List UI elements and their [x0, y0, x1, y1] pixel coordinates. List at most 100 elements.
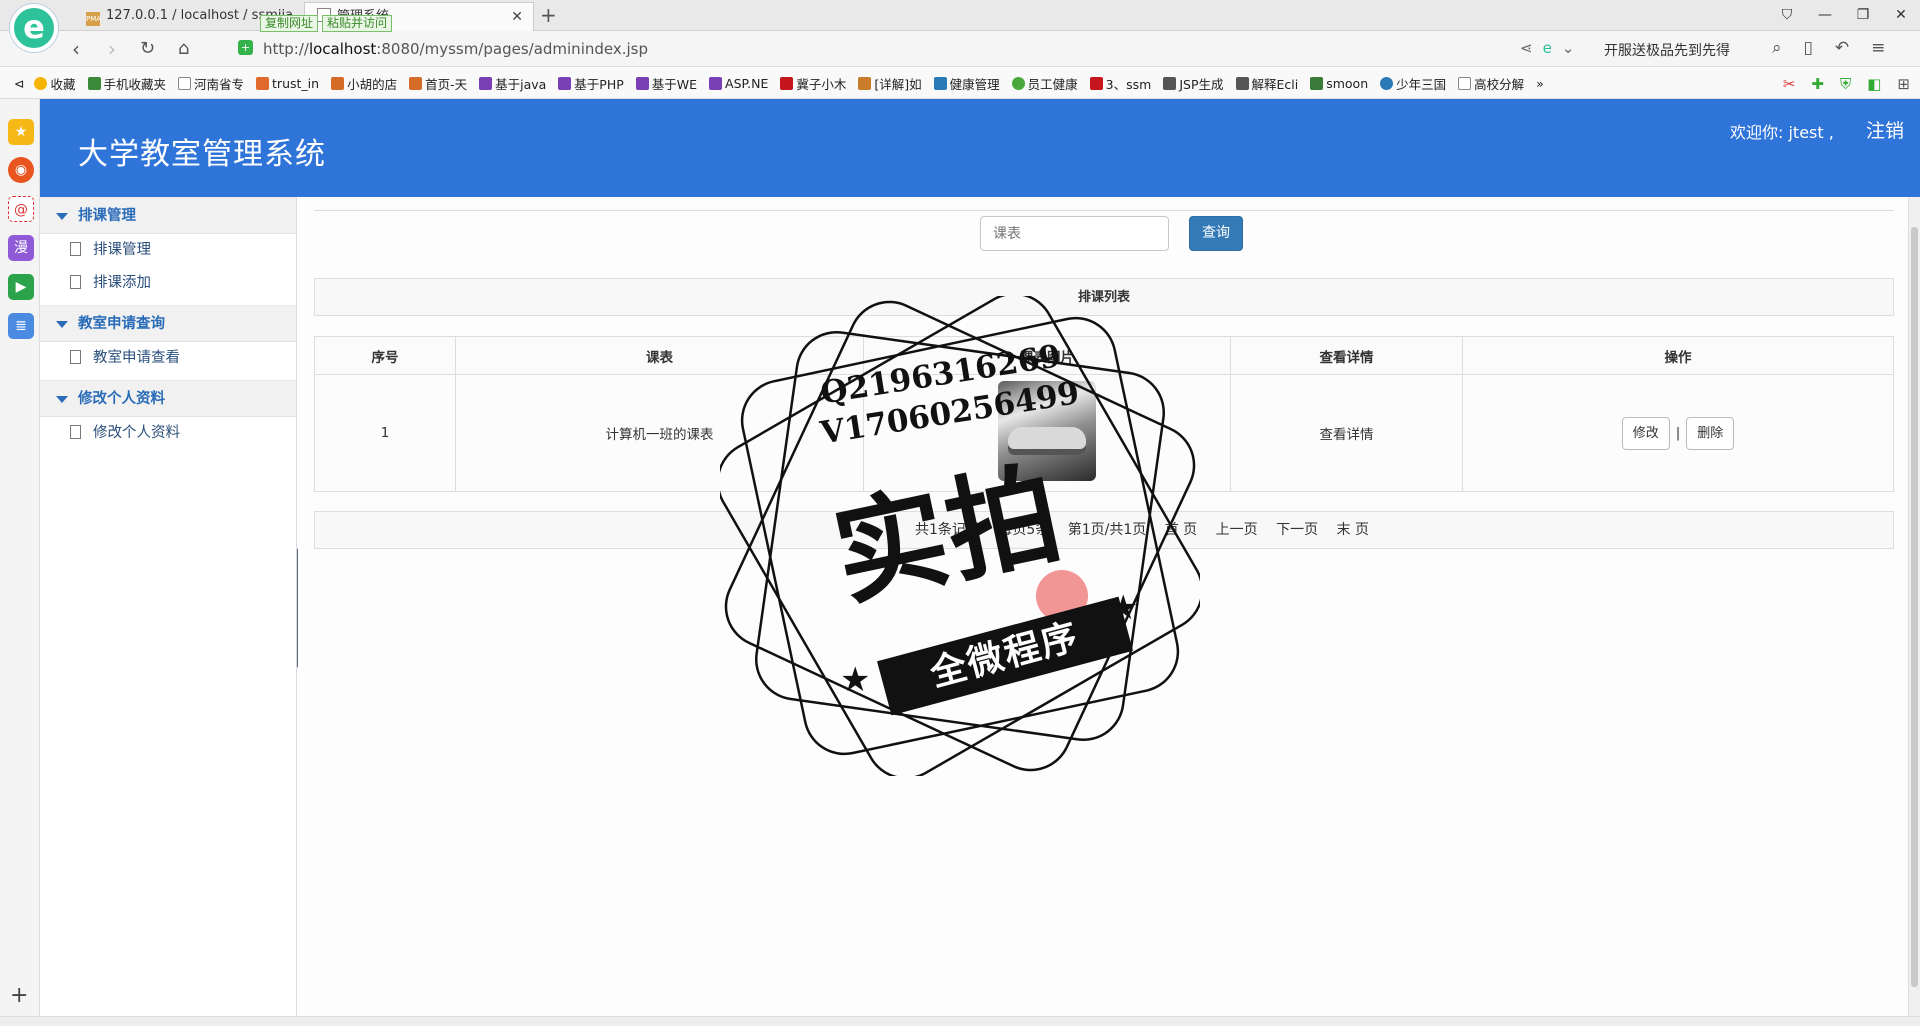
menu-item-classroom-view[interactable]: 教室申请查看	[40, 342, 296, 375]
bookmarks-more-button[interactable]: »	[1536, 76, 1544, 91]
edit-button[interactable]: 修改	[1621, 416, 1670, 450]
document-icon	[70, 425, 81, 439]
pager-prev[interactable]: 上一页	[1216, 522, 1258, 538]
extension-icon[interactable]: ✚	[1811, 75, 1824, 93]
promo-link[interactable]: 开服送极品先到先得	[1604, 40, 1730, 60]
addr-right-tools: ⋖ e ⌄	[1520, 39, 1574, 57]
schedule-table: 序号 课表 课表图片 查看详情 操作 1 计算机一班的课表 查看详情 修改 | 删除	[314, 336, 1894, 492]
pager-first[interactable]: 首 页	[1165, 522, 1197, 538]
bookmark-label: 员工健康	[1027, 76, 1078, 92]
new-tab-button[interactable]: +	[540, 2, 557, 28]
bookmark-item[interactable]: ASP.NE	[709, 76, 768, 91]
menu-item-schedule-add[interactable]: 排课添加	[40, 267, 296, 300]
bookmark-item[interactable]: 员工健康	[1011, 74, 1078, 93]
star-icon: ★	[1108, 588, 1139, 628]
back-icon[interactable]: ‹	[72, 37, 80, 61]
bookmark-item[interactable]: 基于java	[479, 74, 546, 93]
shield-ext-icon[interactable]: ⛨	[1840, 75, 1851, 93]
logout-link[interactable]: 注销	[1866, 116, 1904, 143]
menu-item-label: 修改个人资料	[93, 425, 180, 441]
app-header: 大学教室管理系统 欢迎你: jtest , 注销	[40, 99, 1920, 197]
bookmark-item[interactable]: 解释Ecli	[1235, 74, 1299, 93]
browser-logo-icon[interactable]: e	[10, 4, 58, 52]
clipboard-popup: 复制网址 粘贴并访问	[260, 15, 393, 32]
menu-head-classroom[interactable]: 教室申请查询	[40, 305, 296, 342]
menu-head-schedule[interactable]: 排课管理	[40, 197, 296, 234]
undo-icon[interactable]: ↶	[1835, 38, 1849, 58]
bookmark-label: 基于WE	[651, 76, 698, 92]
menu-item-profile-edit[interactable]: 修改个人资料	[40, 417, 296, 450]
page-scrollbar[interactable]	[1908, 197, 1920, 1016]
bookmark-item[interactable]: 收藏	[34, 74, 76, 93]
security-shield-icon[interactable]: +	[238, 40, 253, 55]
sidebar-toggle-icon[interactable]: ⊲	[14, 76, 24, 91]
bookmark-label: 少年三国	[1396, 76, 1447, 92]
maximize-icon[interactable]: ❐	[1844, 0, 1882, 31]
shirt-skin-icon[interactable]: ⛉	[1768, 0, 1806, 31]
bookmark-item[interactable]: 高校分解	[1458, 74, 1524, 93]
bookmark-item[interactable]: [详解]如	[858, 74, 922, 93]
add-sidebar-icon[interactable]: +	[10, 983, 28, 1008]
url-path: :8080/myssm/pages/adminindex.jsp	[376, 40, 649, 58]
bookmark-item[interactable]: JSP生成	[1163, 74, 1224, 93]
favorites-star-icon[interactable]: ★	[8, 119, 34, 145]
bookmark-label: JSP生成	[1179, 76, 1224, 92]
weibo-icon[interactable]: ◉	[8, 157, 34, 183]
chevron-down-icon[interactable]: ⌄	[1562, 39, 1575, 57]
document-icon	[70, 350, 81, 364]
home-icon[interactable]: ⌂	[178, 37, 189, 61]
menu-head-label: 教室申请查询	[78, 316, 165, 332]
bookmark-label: 手机收藏夹	[103, 76, 167, 92]
menu-item-schedule-manage[interactable]: 排课管理	[40, 234, 296, 267]
minimize-icon[interactable]: —	[1806, 0, 1844, 31]
menu-group-schedule: 排课管理 排课管理 排课添加	[40, 197, 296, 300]
bookmark-item[interactable]: 基于PHP	[558, 74, 624, 93]
bookmark-item[interactable]: 3、ssm	[1089, 74, 1151, 93]
app-sidebar: 排课管理 排课管理 排课添加 教室申请查询 教室申请查看 修改个人资料 修改个人…	[40, 197, 297, 1016]
menu-head-profile[interactable]: 修改个人资料	[40, 380, 296, 417]
view-detail-link[interactable]: 查看详情	[1320, 427, 1374, 443]
bookmark-item[interactable]: 健康管理	[933, 74, 1000, 93]
menu-item-label: 排课添加	[93, 275, 151, 291]
close-tab-icon[interactable]: ✕	[511, 3, 523, 31]
bookmark-item[interactable]: 河南省专	[178, 74, 244, 93]
search-icon[interactable]: ⌕	[1772, 38, 1782, 58]
copy-url-button[interactable]: 复制网址	[260, 15, 319, 32]
comic-icon[interactable]: 漫	[8, 235, 34, 261]
pager-last[interactable]: 末 页	[1337, 522, 1369, 538]
bookmark-label: 解释Ecli	[1251, 76, 1299, 92]
addr-tools: ⌕ ▯ ↶ ≡	[1772, 38, 1885, 58]
menu-icon[interactable]: ≡	[1871, 38, 1885, 58]
menu-head-label: 排课管理	[78, 208, 136, 224]
menu-group-classroom: 教室申请查询 教室申请查看	[40, 305, 296, 375]
forward-icon[interactable]: ›	[108, 37, 116, 61]
bookmark-item[interactable]: smoon	[1310, 76, 1368, 91]
share-icon[interactable]: ⋖	[1520, 39, 1533, 57]
scissors-icon[interactable]: ✂	[1783, 75, 1796, 93]
game-icon[interactable]: ◧	[1867, 75, 1881, 93]
search-button[interactable]: 查询	[1189, 216, 1243, 251]
delete-button[interactable]: 删除	[1686, 416, 1735, 450]
mail-icon[interactable]: @	[8, 196, 34, 222]
engine-icon[interactable]: e	[1543, 39, 1552, 57]
paste-and-go-button[interactable]: 粘贴并访问	[322, 15, 393, 32]
reload-icon[interactable]: ↻	[140, 37, 155, 61]
video-icon[interactable]: ▶	[8, 274, 34, 300]
pager-next[interactable]: 下一页	[1276, 522, 1318, 538]
notes-icon[interactable]: ≣	[8, 313, 34, 339]
bookmark-item[interactable]: 基于WE	[635, 74, 698, 93]
bookmark-item[interactable]: 冀子小木	[780, 74, 846, 93]
phone-icon[interactable]: ▯	[1804, 38, 1813, 58]
apps-grid-icon[interactable]: ⊞	[1897, 75, 1910, 93]
url-host: localhost	[308, 40, 377, 58]
bookmark-item[interactable]: 小胡的店	[331, 74, 397, 93]
scrollbar-thumb[interactable]	[1911, 227, 1918, 987]
url-field[interactable]: http://localhost:8080/myssm/pages/admini…	[263, 40, 648, 58]
bookmark-item[interactable]: 首页-天	[409, 74, 467, 93]
search-input[interactable]	[980, 216, 1169, 251]
close-window-icon[interactable]: ✕	[1882, 0, 1920, 31]
bookmark-item[interactable]: 少年三国	[1380, 74, 1446, 93]
url-prefix: http://	[263, 40, 309, 58]
bookmark-item[interactable]: trust_in	[256, 76, 319, 91]
bookmark-item[interactable]: 手机收藏夹	[87, 74, 167, 93]
